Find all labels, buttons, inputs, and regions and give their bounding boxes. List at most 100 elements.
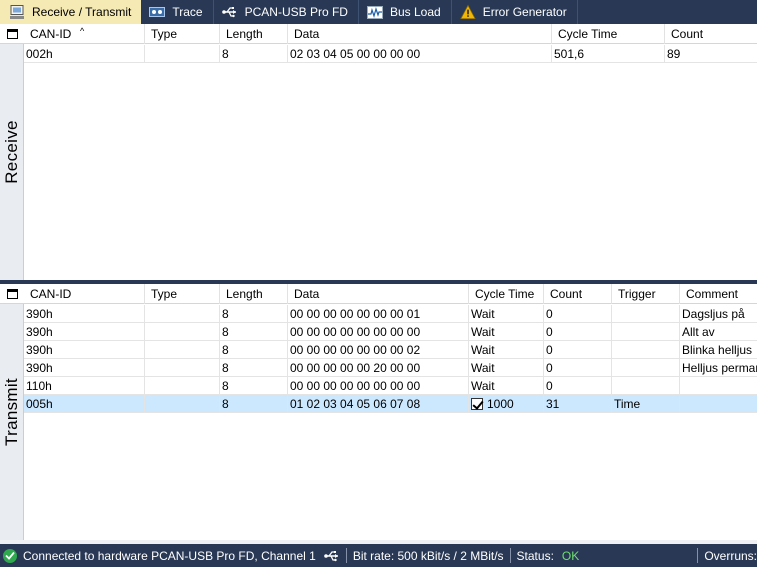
column-header-length[interactable]: Length [219, 24, 287, 44]
cell-count: 0 [543, 377, 611, 395]
transmit-panel: Transmit CAN-ID Type Length Data Cycle T… [0, 284, 757, 540]
cell-count: 0 [543, 341, 611, 359]
transmit-header-row: CAN-ID Type Length Data Cycle Time Count… [24, 284, 757, 304]
connection-text: Connected to hardware PCAN-USB Pro FD, C… [23, 548, 316, 563]
cell-cycle-time: Wait [468, 359, 543, 377]
cell-can-id: 005h [26, 397, 53, 411]
transmit-row[interactable]: 390h 8 00 00 00 00 00 00 00 02 Wait 0 Blinka … [24, 341, 757, 359]
tab-error-generator[interactable]: Error Generator [452, 0, 578, 24]
column-header-can-id[interactable]: CAN-ID [24, 284, 144, 304]
column-header-trigger[interactable]: Trigger [611, 284, 679, 304]
overruns-status: Overruns: [704, 548, 757, 563]
column-header-can-id[interactable]: CAN-ID ^ [24, 24, 144, 44]
cell-length: 8 [219, 395, 287, 413]
cell-type [144, 305, 219, 323]
cell-cycle-time: 501,6 [551, 45, 664, 63]
cell-type [144, 359, 219, 377]
cell-comment [679, 377, 757, 395]
column-header-data[interactable]: Data [287, 284, 468, 304]
transmit-side-label: Transmit [0, 284, 24, 540]
cell-length: 8 [219, 341, 287, 359]
tab-trace[interactable]: Trace [141, 0, 214, 24]
cell-length: 8 [219, 305, 287, 323]
tab-label: Error Generator [482, 5, 567, 19]
trace-icon [149, 4, 166, 20]
cell-trigger: Time [611, 395, 679, 413]
cell-comment: Dagsljus på [679, 305, 757, 323]
cell-data: 01 02 03 04 05 06 07 08 [287, 395, 468, 413]
column-header-count[interactable]: Count [543, 284, 611, 304]
cell-data: 00 00 00 00 00 20 00 00 [287, 359, 468, 377]
cell-cycle-time: Wait [468, 377, 543, 395]
usb-icon [324, 550, 340, 562]
receive-transmit-icon [9, 4, 25, 20]
cell-trigger [611, 341, 679, 359]
status-label: Status: [516, 548, 554, 563]
column-header-type[interactable]: Type [144, 24, 219, 44]
cell-can-id: 390h [26, 361, 53, 375]
cell-can-id: 390h [26, 307, 53, 321]
column-header-data[interactable]: Data [287, 24, 551, 44]
bus-status: Status: OK [511, 544, 586, 567]
column-header-count[interactable]: Count [664, 24, 757, 44]
column-header-cycle-time[interactable]: Cycle Time [468, 284, 543, 304]
sort-ascending-icon: ^ [80, 26, 85, 36]
transmit-row[interactable]: 390h 8 00 00 00 00 00 20 00 00 Wait 0 Helljus… [24, 359, 757, 377]
cell-comment: Blinka helljus [679, 341, 757, 359]
cell-cycle-time: Wait [468, 305, 543, 323]
cell-can-id: 002h [26, 47, 53, 61]
cell-trigger [611, 305, 679, 323]
status-bar: Connected to hardware PCAN-USB Pro FD, C… [0, 544, 757, 567]
column-header-comment[interactable]: Comment [679, 284, 757, 304]
cell-type [144, 395, 219, 413]
cell-data: 02 03 04 05 00 00 00 00 [287, 45, 551, 63]
transmit-row[interactable]: 390h 8 00 00 00 00 00 00 00 00 Wait 0 Allt av [24, 323, 757, 341]
cell-type [144, 377, 219, 395]
check-circle-icon [3, 548, 17, 563]
tab-bus-load[interactable]: Bus Load [359, 0, 452, 24]
cell-type [144, 323, 219, 341]
transmit-row[interactable]: 390h 8 00 00 00 00 00 00 00 01 Wait 0 Dagslju… [24, 305, 757, 323]
cell-can-id: 110h [26, 379, 52, 393]
connection-status: Connected to hardware PCAN-USB Pro FD, C… [0, 544, 346, 567]
tab-label: PCAN-USB Pro FD [244, 5, 348, 19]
status-value: OK [561, 548, 580, 563]
usb-icon [221, 4, 238, 20]
bus-load-icon [366, 4, 383, 20]
cell-cycle-time: Wait [468, 323, 543, 341]
cell-can-id: 390h [26, 325, 53, 339]
receive-row[interactable]: 002h 8 02 03 04 05 00 00 00 00 501,6 89 [24, 45, 757, 63]
column-chooser-icon[interactable] [0, 24, 24, 44]
tab-receive-transmit[interactable]: Receive / Transmit [0, 0, 142, 24]
cell-type [144, 341, 219, 359]
transmit-row[interactable]: 005h 8 01 02 03 04 05 06 07 08 1000 31 Time [24, 395, 757, 413]
cell-trigger [611, 323, 679, 341]
cell-length: 8 [219, 45, 287, 63]
column-chooser-icon[interactable] [0, 284, 24, 304]
bitrate-status: Bit rate: 500 kBit/s / 2 MBit/s [352, 548, 504, 563]
tab-pcan-usb-pro-fd[interactable]: PCAN-USB Pro FD [214, 0, 359, 24]
cell-trigger [611, 377, 679, 395]
cycle-time-value: 1000 [487, 397, 514, 411]
cell-data: 00 00 00 00 00 00 00 00 [287, 323, 468, 341]
cell-length: 8 [219, 359, 287, 377]
cell-count: 89 [664, 45, 757, 63]
cell-cycle-time: 1000 [468, 395, 543, 413]
column-header-cycle-time[interactable]: Cycle Time [551, 24, 664, 44]
cell-count: 31 [543, 395, 611, 413]
receive-panel: Receive CAN-ID ^ Type Length Data Cycle T… [0, 24, 757, 280]
receive-side-label: Receive [0, 24, 24, 280]
cell-comment: Helljus perman [679, 359, 757, 377]
cell-can-id: 390h [26, 343, 53, 357]
cycle-enable-checkbox[interactable] [471, 398, 483, 410]
column-header-length[interactable]: Length [219, 284, 287, 304]
tab-label: Bus Load [389, 5, 441, 19]
cell-count: 0 [543, 359, 611, 377]
cell-data: 00 00 00 00 00 00 00 00 [287, 377, 468, 395]
transmit-row[interactable]: 110h 8 00 00 00 00 00 00 00 00 Wait 0 [24, 377, 757, 395]
column-header-type[interactable]: Type [144, 284, 219, 304]
cell-data: 00 00 00 00 00 00 00 02 [287, 341, 468, 359]
tab-label: Trace [172, 5, 203, 19]
cell-data: 00 00 00 00 00 00 00 01 [287, 305, 468, 323]
warning-icon [459, 4, 476, 20]
